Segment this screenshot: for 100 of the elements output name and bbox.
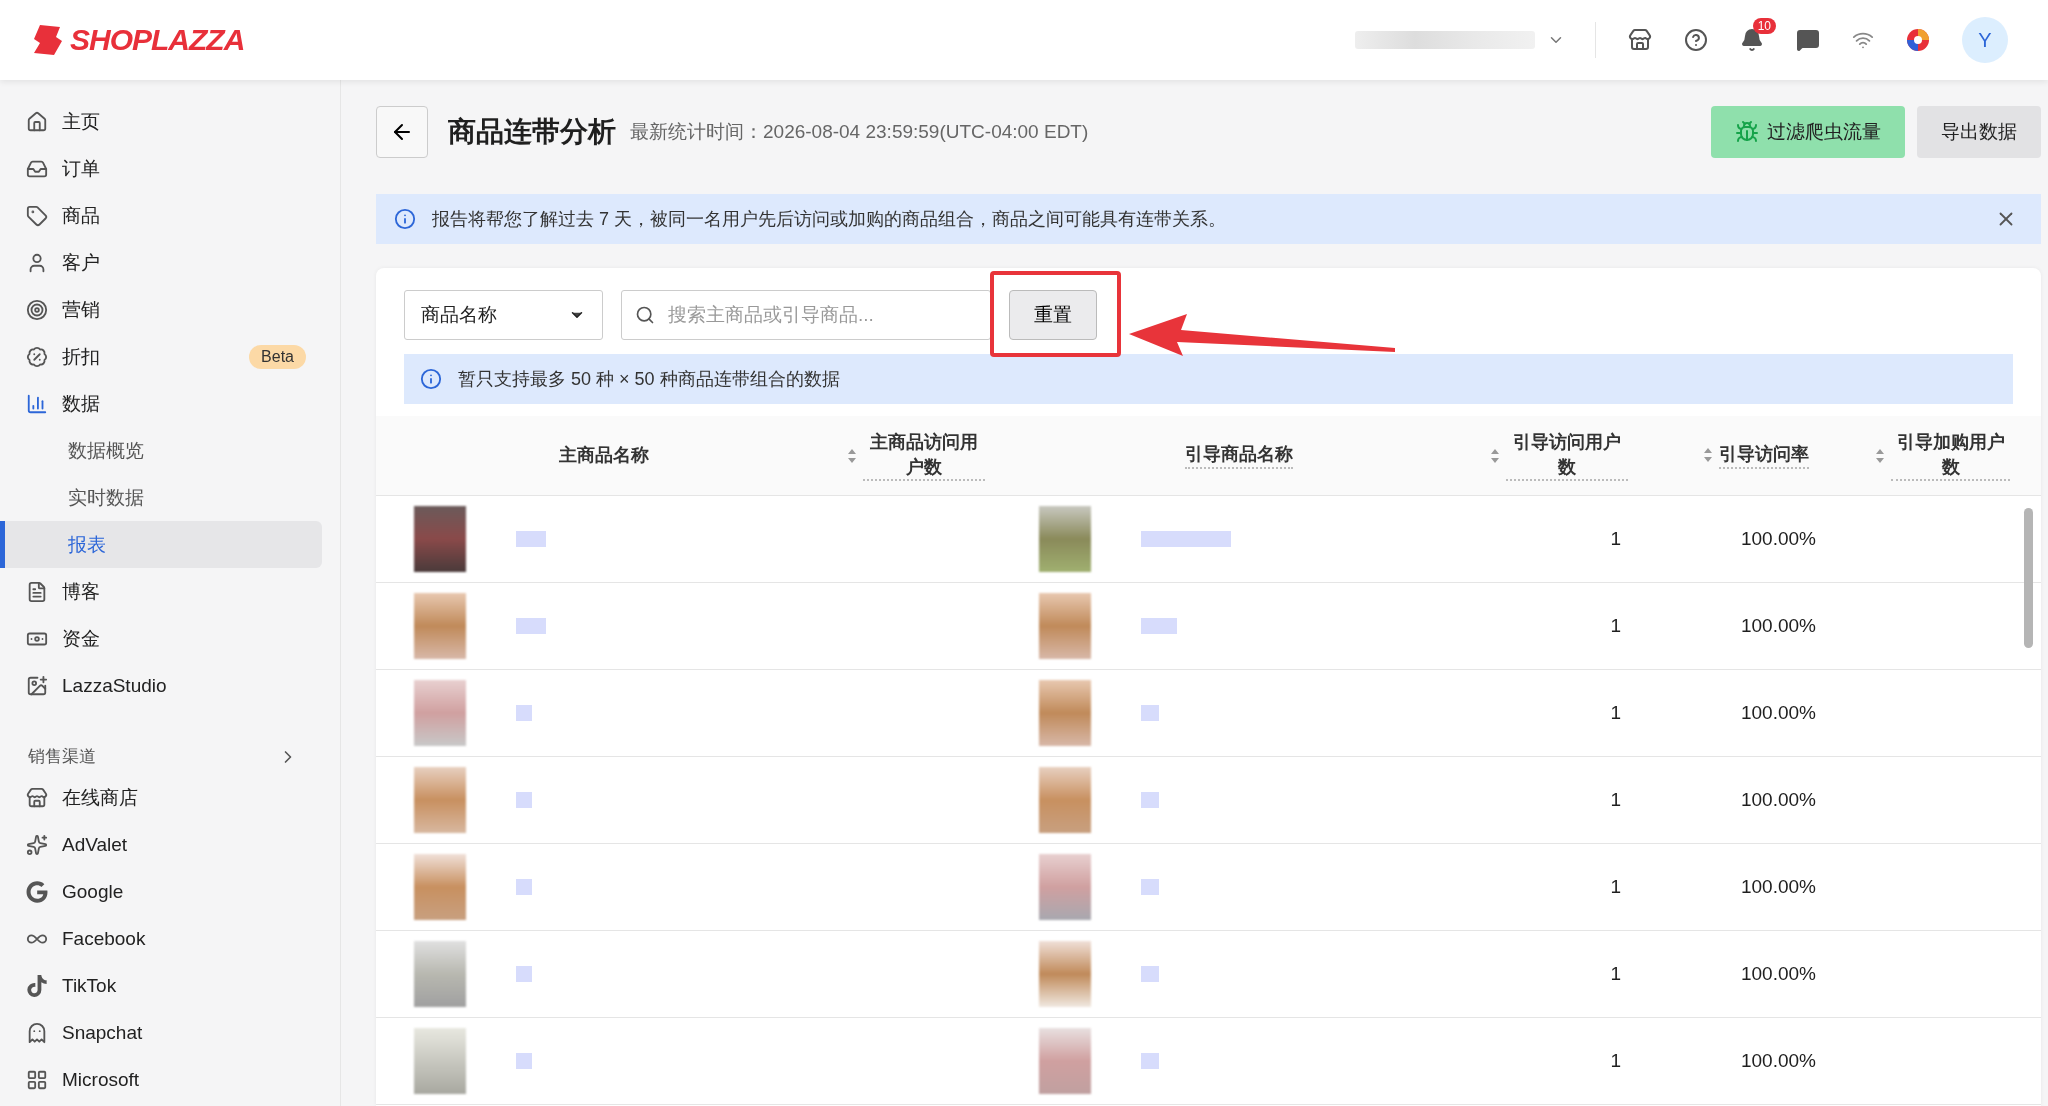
blurred-text	[516, 1053, 532, 1069]
photo-placeholder	[414, 680, 466, 746]
info-icon	[394, 208, 416, 230]
sort-icon[interactable]	[1703, 447, 1713, 464]
page-title: 商品连带分析	[448, 115, 616, 149]
nav-icon	[26, 974, 48, 997]
nav-icon	[26, 1021, 48, 1044]
store-icon[interactable]	[1628, 28, 1652, 52]
filter-bot-traffic-button[interactable]: 过滤爬虫流量	[1711, 106, 1905, 158]
photo-placeholder	[414, 767, 466, 833]
table-cell-text: 1	[1609, 789, 1622, 811]
sidebar-item[interactable]: 营销	[0, 286, 322, 333]
blurred-text	[516, 618, 546, 634]
photo-placeholder	[414, 506, 466, 572]
info-icon	[420, 368, 442, 390]
sidebar-item[interactable]: 主页	[0, 98, 322, 145]
sidebar-item[interactable]: 订单	[0, 145, 322, 192]
sidebar-item[interactable]: 资金	[0, 615, 322, 662]
sidebar-item[interactable]: Google	[0, 868, 322, 915]
logo-mark-icon	[32, 23, 64, 57]
scrollbar-thumb[interactable]	[2024, 508, 2033, 648]
photo-placeholder	[1039, 854, 1091, 920]
photo-placeholder	[1039, 506, 1091, 572]
table-cell-text: 100.00%	[1740, 876, 1817, 898]
sidebar-item[interactable]: 博客	[0, 568, 322, 615]
nav-icon	[26, 786, 48, 809]
blurred-text	[516, 705, 532, 721]
sort-icon[interactable]	[1875, 447, 1885, 464]
table-cell-text: 100.00%	[1740, 615, 1817, 637]
nav-icon	[26, 833, 48, 856]
user-avatar[interactable]: Y	[1962, 17, 2008, 63]
sort-icon[interactable]	[1489, 447, 1500, 464]
bell-icon[interactable]	[1740, 28, 1764, 52]
sidebar-item[interactable]: 折扣 Beta	[0, 333, 322, 380]
nav-icon	[26, 1068, 48, 1091]
photo-placeholder	[1039, 941, 1091, 1007]
help-icon[interactable]	[1684, 28, 1708, 52]
blurred-text	[1141, 1053, 1159, 1069]
blurred-text	[516, 966, 532, 982]
sort-icon[interactable]	[847, 447, 857, 464]
sidebar-item[interactable]: 数据	[0, 380, 322, 427]
banner-text: 报告将帮您了解过去 7 天，被同一名用户先后访问或加购的商品组合，商品之间可能具有连带关系。	[432, 208, 1226, 231]
table-cell-text: 100.00%	[1740, 789, 1817, 811]
nav-icon	[26, 345, 48, 368]
nav-icon	[26, 880, 48, 903]
reset-button[interactable]: 重置	[1009, 290, 1097, 340]
sidebar-item[interactable]: LazzaStudio	[0, 662, 322, 709]
sidebar-item[interactable]: 客户	[0, 239, 322, 286]
sidebar-item[interactable]: TikTok	[0, 962, 322, 1009]
sidebar-item[interactable]: Facebook	[0, 915, 322, 962]
export-button[interactable]: 导出数据	[1917, 106, 2041, 158]
sidebar-item[interactable]: 商品	[0, 192, 322, 239]
nav-icon	[26, 674, 48, 697]
table-cell-text: 1	[1609, 963, 1622, 985]
column-header: 引导访问用户数	[1505, 430, 1628, 481]
sidebar-item[interactable]: AdValet	[0, 821, 322, 868]
photo-placeholder	[1039, 1028, 1091, 1094]
table-cell-text: 1	[1609, 615, 1622, 637]
photo-placeholder	[1039, 593, 1091, 659]
logo[interactable]: SHOPLAZZA	[32, 23, 245, 57]
photo-placeholder	[1039, 767, 1091, 833]
column-header: 主商品访问用户数	[863, 430, 985, 481]
column-header: 引导加购用户数	[1891, 430, 2010, 481]
table-cell-text: 100.00%	[1740, 1050, 1817, 1072]
note-text: 暂只支持最多 50 种 × 50 种商品连带组合的数据	[458, 368, 840, 391]
sidebar-subitem[interactable]: 报表	[0, 521, 322, 568]
photo-placeholder	[414, 941, 466, 1007]
bug-icon	[1735, 120, 1759, 144]
chat-icon[interactable]	[1796, 28, 1820, 52]
column-header: 引导访问率	[1719, 442, 1809, 469]
blurred-text	[1141, 705, 1159, 721]
photo-placeholder	[414, 854, 466, 920]
update-time: 最新统计时间：2026-08-04 23:59:59(UTC-04:00 EDT)	[630, 120, 1089, 144]
field-select[interactable]: 商品名称	[404, 290, 603, 340]
photo-placeholder	[414, 1028, 466, 1094]
nav-icon	[26, 580, 48, 603]
photo-placeholder	[414, 593, 466, 659]
sidebar-subitem[interactable]: 数据概览	[0, 427, 322, 474]
table-cell-text: 1	[1609, 528, 1622, 550]
search-field[interactable]: 搜索主商品或引导商品...	[621, 290, 991, 340]
blurred-text	[1141, 618, 1177, 634]
blurred-text	[1141, 879, 1159, 895]
table-cell-text: 1	[1609, 1050, 1622, 1072]
sidebar-item[interactable]: Snapchat	[0, 1009, 322, 1056]
back-button[interactable]	[376, 106, 428, 158]
table-cell-text: 100.00%	[1740, 528, 1817, 550]
sidebar-item[interactable]: 在线商店	[0, 774, 322, 821]
column-header: 主商品名称	[558, 444, 649, 468]
table-cell-text: 100.00%	[1740, 963, 1817, 985]
sidebar-item[interactable]: Microsoft	[0, 1056, 322, 1103]
table-cell-text: 100.00%	[1740, 702, 1817, 724]
blurred-text	[1141, 966, 1159, 982]
nav-icon	[26, 298, 48, 321]
table-cell-text: 1	[1609, 876, 1622, 898]
nav-icon	[26, 204, 48, 227]
nav-icon	[26, 110, 48, 133]
sidebar-subitem[interactable]: 实时数据	[0, 474, 322, 521]
color-wheel-icon[interactable]	[1906, 28, 1930, 52]
beta-badge: Beta	[249, 344, 306, 369]
column-header: 引导商品名称	[1184, 442, 1293, 469]
